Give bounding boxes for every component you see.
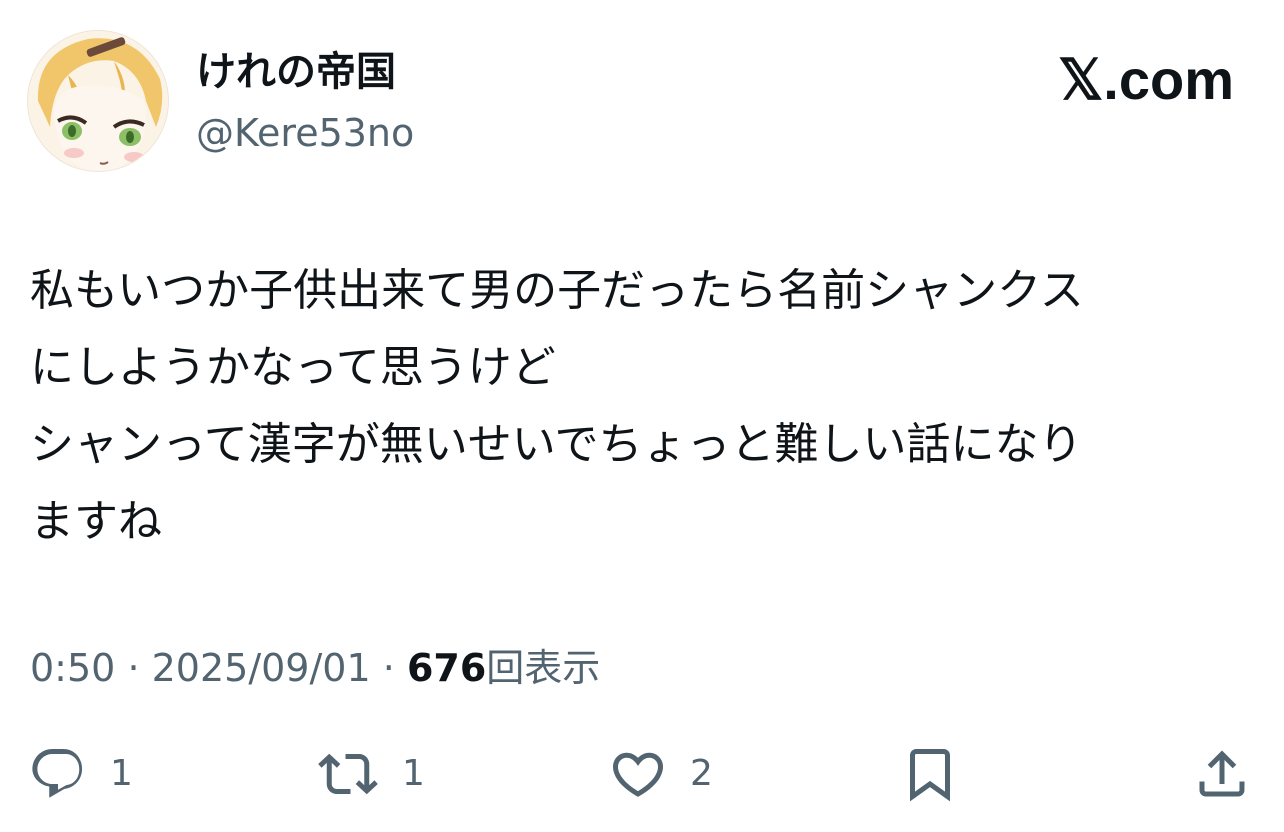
author-display-name[interactable]: けれの帝国 <box>196 46 396 98</box>
avatar[interactable] <box>27 30 169 172</box>
repost-count: 1 <box>402 753 425 794</box>
bookmark-icon <box>910 749 950 802</box>
x-logo-icon: 𝕏.com <box>1058 48 1234 111</box>
x-com-brand[interactable]: 𝕏.com <box>1058 48 1234 112</box>
bookmark-button[interactable] <box>900 738 960 810</box>
action-bar: 1 1 2 <box>0 738 1284 810</box>
repost-button[interactable]: 1 <box>316 738 425 810</box>
tweet-text: 私もいつか子供出来て男の子だったら名前シャンクス にしようかなって思うけど シャ… <box>30 252 1254 560</box>
tweet-line: シャンって漢字が無いせいでちょっと難しい話になり <box>30 419 1083 470</box>
like-button[interactable]: 2 <box>608 738 713 810</box>
tweet-line: ますね <box>30 496 162 547</box>
views-label: 回表示 <box>486 646 601 690</box>
tweet-line: 私もいつか子供出来て男の子だったら名前シャンクス <box>30 265 1084 316</box>
reply-button[interactable]: 1 <box>28 738 133 810</box>
share-button[interactable] <box>1192 738 1252 810</box>
tweet-meta: 0:50 · 2025/09/01 · 676回表示 <box>30 640 600 696</box>
meta-separator: · <box>127 646 140 690</box>
meta-separator: · <box>382 646 395 690</box>
author-handle[interactable]: @Kere53no <box>196 108 414 158</box>
tweet-date[interactable]: 2025/09/01 <box>152 646 371 690</box>
reply-count: 1 <box>110 753 133 794</box>
tweet-line: にしようかなって思うけど <box>30 342 556 393</box>
like-count: 2 <box>690 753 713 794</box>
reply-icon <box>32 749 83 798</box>
share-icon <box>1199 750 1245 797</box>
views-count: 676 <box>406 646 487 690</box>
heart-icon <box>612 752 664 797</box>
repost-icon <box>318 753 378 795</box>
anime-character-avatar-icon <box>28 31 168 171</box>
tweet-time[interactable]: 0:50 <box>30 646 115 690</box>
